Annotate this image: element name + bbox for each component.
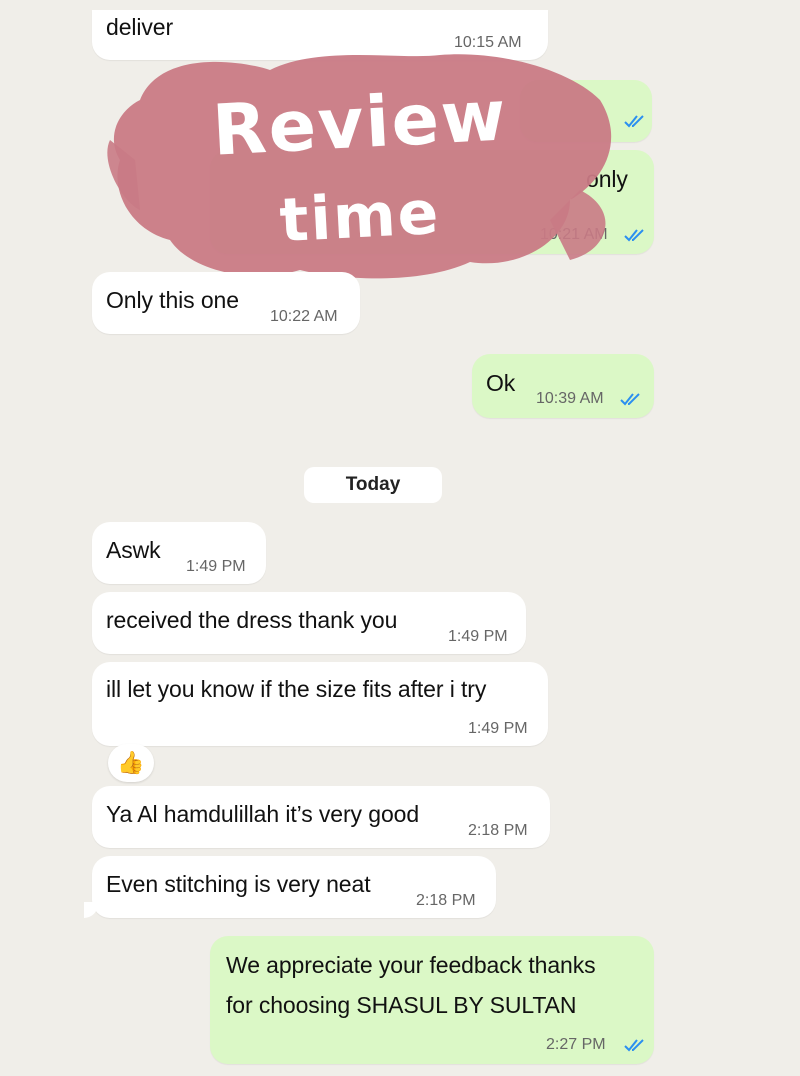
date-separator: Today — [304, 467, 442, 503]
double-check-icon — [624, 114, 646, 133]
message-bubble-outgoing[interactable]: Ok 10:39 AM — [472, 354, 654, 418]
bubble-tail — [84, 902, 98, 918]
message-text: Aswk — [106, 537, 161, 563]
message-text: Ok — [486, 370, 516, 396]
message-bubble-incoming[interactable]: Even stitching is very neat 2:18 PM — [92, 856, 496, 918]
message-bubble-incoming[interactable]: ill let you know if the size fits after … — [92, 662, 548, 746]
message-bubble-outgoing[interactable]: We appreciate your feedback thanks for c… — [210, 936, 654, 1064]
double-check-icon — [620, 392, 642, 411]
message-text-line2: for choosing SHASUL BY SULTAN — [226, 992, 577, 1018]
message-time: 1:49 PM — [468, 720, 528, 737]
review-time-sticker: Review time — [100, 40, 620, 290]
message-bubble-incoming[interactable]: Aswk 1:49 PM — [92, 522, 266, 584]
message-text: deliver — [106, 14, 174, 40]
message-text: ill let you know if the size fits after … — [106, 676, 487, 702]
message-time: 2:18 PM — [468, 822, 528, 839]
message-bubble-incoming[interactable]: Ya Al hamdulillah it’s very good 2:18 PM — [92, 786, 550, 848]
double-check-icon — [624, 228, 646, 247]
message-bubble-incoming[interactable]: received the dress thank you 1:49 PM — [92, 592, 526, 654]
thumbs-up-reaction-icon[interactable]: 👍 — [108, 744, 154, 782]
message-time: 2:18 PM — [416, 892, 476, 909]
message-time: 1:49 PM — [186, 558, 246, 575]
message-time: 10:22 AM — [270, 308, 338, 325]
message-bubble-incoming[interactable]: Only this one 10:22 AM — [92, 272, 360, 334]
message-text: received the dress thank you — [106, 607, 398, 633]
message-time: 10:39 AM — [536, 390, 604, 407]
message-text: Even stitching is very neat — [106, 871, 371, 897]
message-text-line1: We appreciate your feedback thanks — [226, 952, 596, 978]
message-time: 2:27 PM — [546, 1036, 606, 1053]
double-check-icon — [624, 1038, 646, 1057]
message-time: 1:49 PM — [448, 628, 508, 645]
message-text: Ya Al hamdulillah it’s very good — [106, 801, 420, 827]
message-text: Only this one — [106, 287, 239, 313]
